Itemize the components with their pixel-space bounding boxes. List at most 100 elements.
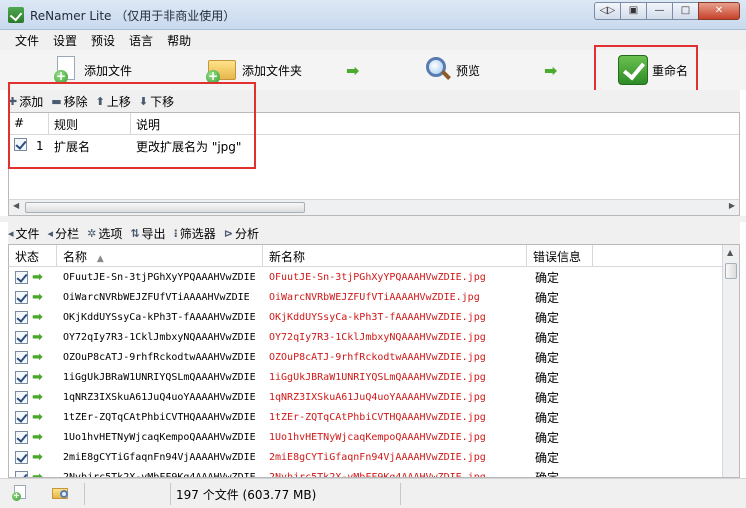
file-checkbox[interactable] bbox=[15, 290, 28, 304]
file-row[interactable]: ➡ OiWarcNVRbWEJZFUfVTiAAAAHVwZDIE OiWarcNV… bbox=[9, 287, 739, 307]
file-checkbox[interactable] bbox=[15, 470, 28, 477]
arrow-right-icon: ➡ bbox=[32, 369, 43, 385]
file-row[interactable]: ➡ 2miE8gCYTiGfaqnFn94VjAAAAHVwZDIE 2miE8gC… bbox=[9, 447, 739, 467]
title-bar: ReNamer Lite （仅用于非商业使用） ◁▷ ▣ — □ ✕ bbox=[0, 0, 746, 30]
arrow-right-icon: ➡ bbox=[346, 60, 360, 80]
magnifier-icon bbox=[424, 56, 452, 84]
options-button[interactable]: ✲ 选项 bbox=[87, 225, 122, 242]
folder-search-icon[interactable] bbox=[52, 485, 70, 501]
file-name: OFuutJE-Sn-3tjPGhXyYPQAAAHVwZDIE bbox=[63, 271, 256, 283]
col-name[interactable]: 名称 ▲ bbox=[57, 245, 263, 266]
menu-presets[interactable]: 预设 bbox=[84, 30, 122, 50]
file-error-info: 确定 bbox=[535, 290, 560, 305]
files-vertical-scrollbar[interactable]: ▲ bbox=[722, 245, 739, 477]
file-row[interactable]: ➡ 1Uo1hvHETNyWjcaqKempoQAAAHVwZDIE 1Uo1hvH… bbox=[9, 427, 739, 447]
dropdown-icon: ◂ bbox=[8, 226, 14, 240]
scroll-up-icon[interactable]: ▲ bbox=[727, 248, 733, 257]
pin-icon[interactable]: ▣ bbox=[620, 2, 646, 20]
scroll-right-icon[interactable]: ▶ bbox=[729, 201, 735, 210]
add-file-icon[interactable]: + bbox=[12, 485, 30, 501]
file-name: 2miE8gCYTiGfaqnFn94VjAAAAHVwZDIE bbox=[63, 451, 256, 463]
file-name: 1iGgUkJBRaW1UNRIYQSLmQAAAHVwZDIE bbox=[63, 371, 256, 383]
file-error-info: 确定 bbox=[535, 410, 560, 425]
file-name: OY72qIy7R3-1CklJmbxyNQAAAHVwZDIE bbox=[63, 331, 256, 343]
columns-button[interactable]: ◂ 分栏 bbox=[48, 225, 80, 242]
filter-button[interactable]: ⁝ 筛选器 bbox=[174, 225, 216, 242]
file-error-info: 确定 bbox=[535, 370, 560, 385]
window-controls: ◁▷ ▣ — □ ✕ bbox=[594, 2, 740, 20]
options-label: 选项 bbox=[98, 226, 123, 241]
arrow-right-icon: ➡ bbox=[32, 349, 43, 365]
maximize-button[interactable]: □ bbox=[672, 2, 698, 20]
arrow-right-icon: ➡ bbox=[544, 60, 558, 80]
file-checkbox[interactable] bbox=[15, 370, 28, 384]
export-button[interactable]: ⇅ 导出 bbox=[130, 225, 165, 242]
minimize-button[interactable]: — bbox=[646, 2, 672, 20]
add-files-label: 添加文件 bbox=[84, 63, 133, 78]
menu-language[interactable]: 语言 bbox=[122, 30, 160, 50]
files-table-body: ➡ OFuutJE-Sn-3tjPGhXyYPQAAAHVwZDIE OFuutJE… bbox=[9, 267, 739, 478]
files-table-header: 状态 名称 ▲ 新名称 错误信息 bbox=[9, 245, 739, 267]
file-row[interactable]: ➡ 1tZEr-ZQTqCAtPhbiCVTHQAAAHVwZDIE 1tZEr-Z… bbox=[9, 407, 739, 427]
files-table: 状态 名称 ▲ 新名称 错误信息 ➡ OFuutJE-Sn-3tjPGhXyYPQ… bbox=[8, 244, 740, 478]
file-row[interactable]: ➡ OKjKddUYSsyCa-kPh3T-fAAAAHVwZDIE OKjKddU… bbox=[9, 307, 739, 327]
status-separator bbox=[170, 483, 171, 505]
analyze-label: 分析 bbox=[234, 226, 259, 241]
file-checkbox[interactable] bbox=[15, 410, 28, 424]
columns-icon: ◂ bbox=[47, 226, 54, 240]
preview-button[interactable]: 预览 bbox=[424, 50, 480, 90]
file-error-info: 确定 bbox=[535, 270, 560, 285]
file-new-name: 1iGgUkJBRaW1UNRIYQSLmQAAAHVwZDIE.jpg bbox=[269, 371, 486, 383]
file-checkbox[interactable] bbox=[15, 310, 28, 324]
navigation-icon[interactable]: ◁▷ bbox=[594, 2, 620, 20]
menu-file[interactable]: 文件 bbox=[8, 30, 46, 50]
file-checkbox[interactable] bbox=[15, 450, 28, 464]
add-folder-label: 添加文件夹 bbox=[242, 63, 303, 78]
col-error[interactable]: 错误信息 bbox=[527, 245, 593, 266]
file-new-name: 1qNRZ3IXSkuA61JuQ4uoYAAAAHVwZDIE.jpg bbox=[269, 391, 486, 403]
arrow-right-icon: ➡ bbox=[32, 289, 43, 305]
export-icon: ⇅ bbox=[130, 226, 140, 240]
preview-label: 预览 bbox=[456, 63, 481, 78]
file-checkbox[interactable] bbox=[15, 390, 28, 404]
filter-icon: ⁝ bbox=[173, 226, 178, 240]
scroll-thumb[interactable] bbox=[25, 202, 305, 213]
file-checkbox[interactable] bbox=[15, 430, 28, 444]
file-checkbox[interactable] bbox=[15, 330, 28, 344]
col-new-name[interactable]: 新名称 bbox=[263, 245, 527, 266]
file-name: 1Uo1hvHETNyWjcaqKempoQAAAHVwZDIE bbox=[63, 431, 256, 443]
file-checkbox[interactable] bbox=[15, 350, 28, 364]
file-error-info: 确定 bbox=[535, 310, 560, 325]
file-row[interactable]: ➡ 2Nvbjrc5Tk2X-vMbFF9Kg4AAAHVwZDIE 2Nvbjrc… bbox=[9, 467, 739, 478]
file-row[interactable]: ➡ OZOuP8cATJ-9rhfRckodtwAAAHVwZDIE OZOuP8c… bbox=[9, 347, 739, 367]
analyze-icon: ⊳ bbox=[223, 226, 233, 240]
file-checkbox[interactable] bbox=[15, 270, 28, 284]
file-name: OZOuP8cATJ-9rhfRckodtwAAAHVwZDIE bbox=[63, 351, 256, 363]
file-new-name: OY72qIy7R3-1CklJmbxyNQAAAHVwZDIE.jpg bbox=[269, 331, 486, 343]
arrow-right-icon: ➡ bbox=[32, 329, 43, 345]
rules-horizontal-scrollbar[interactable]: ◀ ▶ bbox=[9, 199, 739, 215]
scroll-thumb[interactable] bbox=[725, 263, 737, 279]
file-new-name: OiWarcNVRbWEJZFUfVTiAAAAHVwZDIE.jpg bbox=[269, 291, 480, 303]
arrow-right-icon: ➡ bbox=[32, 469, 43, 478]
analyze-button[interactable]: ⊳ 分析 bbox=[224, 225, 259, 242]
file-row[interactable]: ➡ 1iGgUkJBRaW1UNRIYQSLmQAAAHVwZDIE 1iGgUkJ… bbox=[9, 367, 739, 387]
close-button[interactable]: ✕ bbox=[698, 2, 740, 20]
menu-help[interactable]: 帮助 bbox=[160, 30, 198, 50]
sort-ascending-icon: ▲ bbox=[96, 254, 104, 264]
scroll-left-icon[interactable]: ◀ bbox=[13, 201, 19, 210]
file-error-info: 确定 bbox=[535, 330, 560, 345]
file-row[interactable]: ➡ OY72qIy7R3-1CklJmbxyNQAAAHVwZDIE OY72qIy… bbox=[9, 327, 739, 347]
file-row[interactable]: ➡ OFuutJE-Sn-3tjPGhXyYPQAAAHVwZDIE OFuutJE… bbox=[9, 267, 739, 287]
add-folder-icon: + bbox=[206, 56, 238, 84]
arrow-right-icon: ➡ bbox=[32, 309, 43, 325]
file-error-info: 确定 bbox=[535, 350, 560, 365]
file-row[interactable]: ➡ 1qNRZ3IXSkuA61JuQ4uoYAAAAHVwZDIE 1qNRZ3I… bbox=[9, 387, 739, 407]
file-new-name: 1tZEr-ZQTqCAtPhbiCVTHQAAAHVwZDIE.jpg bbox=[269, 411, 486, 423]
files-menu-button[interactable]: ◂ 文件 bbox=[8, 225, 40, 242]
menu-settings[interactable]: 设置 bbox=[46, 30, 84, 50]
col-status[interactable]: 状态 bbox=[9, 245, 57, 266]
highlight-box-rules bbox=[8, 82, 256, 169]
col-name-label: 名称 bbox=[63, 250, 88, 264]
file-error-info: 确定 bbox=[535, 430, 560, 445]
